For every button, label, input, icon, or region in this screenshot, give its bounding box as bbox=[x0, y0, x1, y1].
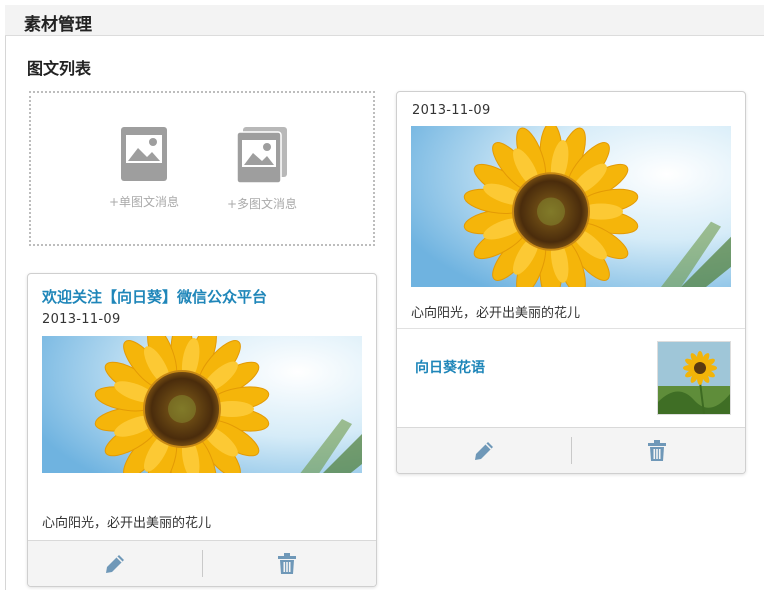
edit-button[interactable] bbox=[473, 440, 497, 462]
section-title: 图文列表 bbox=[27, 59, 92, 78]
sub-news-thumbnail bbox=[657, 341, 731, 415]
edit-button[interactable] bbox=[104, 553, 128, 575]
image-icon bbox=[121, 127, 167, 181]
page-title: 素材管理 bbox=[24, 15, 92, 35]
news-description: 心向阳光，必开出美丽的花儿 bbox=[42, 516, 212, 531]
actions-divider bbox=[202, 550, 203, 577]
news-cover-image bbox=[411, 126, 731, 287]
news-card-multi: 2013-11-09 心向阳光，必开出美丽的花儿 向日葵花语 bbox=[396, 91, 746, 474]
news-date: 2013-11-09 bbox=[42, 312, 121, 327]
add-single-news-button[interactable]: +单图文消息 bbox=[99, 127, 189, 210]
add-multi-news-button[interactable]: +多图文消息 bbox=[217, 127, 307, 212]
trash-icon bbox=[278, 553, 296, 574]
news-description: 心向阳光，必开出美丽的花儿 bbox=[411, 306, 581, 321]
page-header: 素材管理 bbox=[5, 5, 764, 36]
pencil-icon bbox=[106, 555, 124, 573]
news-title-link[interactable]: 欢迎关注【向日葵】微信公众平台 bbox=[42, 286, 267, 307]
sub-news-item[interactable]: 向日葵花语 bbox=[397, 328, 745, 429]
delete-button[interactable] bbox=[277, 553, 301, 575]
news-date: 2013-11-09 bbox=[412, 103, 491, 118]
add-multi-news-label: +多图文消息 bbox=[226, 197, 298, 211]
images-stack-icon bbox=[237, 127, 287, 183]
news-card-single: 欢迎关注【向日葵】微信公众平台 2013-11-09 心向阳光，必开出美丽的花儿 bbox=[27, 273, 377, 587]
actions-divider bbox=[571, 437, 572, 464]
add-single-news-label: +单图文消息 bbox=[108, 195, 180, 209]
sub-news-title[interactable]: 向日葵花语 bbox=[415, 357, 485, 377]
news-cover-image bbox=[42, 336, 362, 473]
card-actions bbox=[397, 427, 745, 473]
delete-button[interactable] bbox=[647, 440, 671, 462]
pencil-icon bbox=[475, 442, 493, 460]
card-actions bbox=[28, 540, 376, 586]
add-news-box: +单图文消息 +多图文消息 bbox=[29, 91, 375, 246]
trash-icon bbox=[648, 440, 666, 461]
